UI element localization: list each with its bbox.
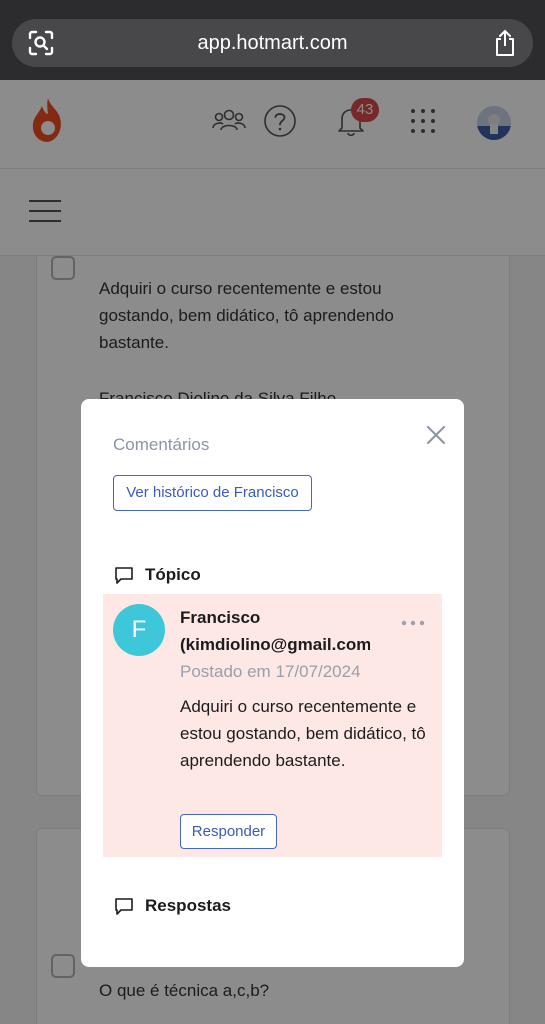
post-body: Adquiri o curso recentemente e estou gos… [180, 697, 426, 770]
answers-heading: Respostas [113, 894, 231, 918]
author-avatar: F [113, 604, 165, 656]
share-icon[interactable] [493, 29, 517, 57]
address-bar[interactable]: app.hotmart.com [12, 19, 533, 67]
more-options-icon[interactable] [400, 619, 426, 627]
comments-modal: Comentários Ver histórico de Francisco T… [81, 399, 464, 967]
answers-label: Respostas [145, 896, 231, 915]
topic-heading: Tópico [113, 563, 201, 587]
topic-post: F Francisco (kimdiolino@gmail.com Postad… [103, 594, 442, 857]
author-email: (kimdiolino@gmail.com [180, 635, 370, 654]
reply-button[interactable]: Responder [180, 814, 277, 849]
browser-toolbar: app.hotmart.com [0, 0, 545, 80]
author-name: Francisco [180, 608, 261, 627]
url-text: app.hotmart.com [197, 32, 348, 54]
topic-label: Tópico [145, 565, 201, 584]
comment-icon [115, 898, 133, 915]
post-date: Postado em 17/07/2024 [180, 662, 361, 681]
comment-icon [115, 567, 133, 584]
close-icon[interactable] [425, 424, 447, 446]
view-history-button[interactable]: Ver histórico de Francisco [113, 475, 312, 511]
modal-title: Comentários [113, 435, 210, 454]
